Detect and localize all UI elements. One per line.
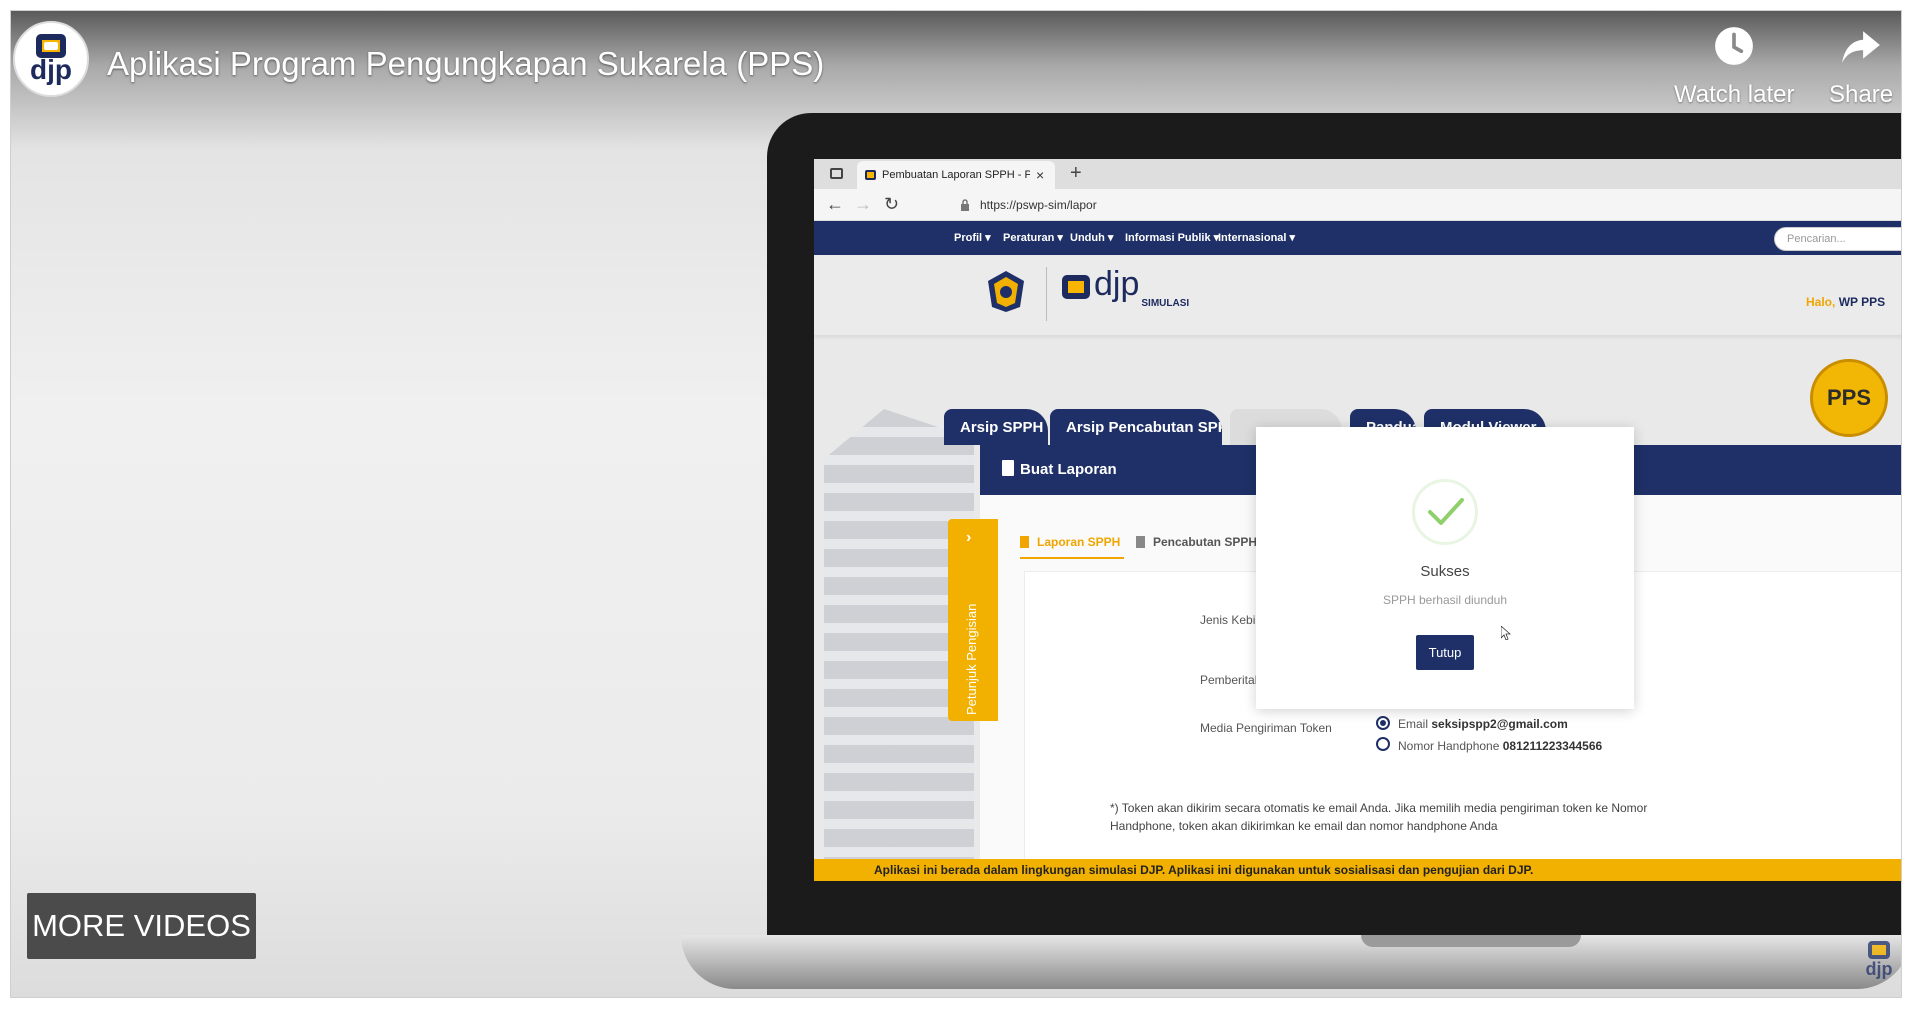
tutup-button[interactable]: Tutup xyxy=(1416,635,1474,670)
pps-badge-logo: PPS xyxy=(1810,359,1888,437)
subtab-laporan-spph[interactable]: Laporan SPPH xyxy=(1020,535,1120,549)
phone-option-label[interactable]: Nomor Handphone 081211223344566 xyxy=(1398,739,1602,753)
laptop-screen: Pembuatan Laporan SPPH - PPS × + ← → ↻ h… xyxy=(814,159,1901,881)
subtab-label: Laporan SPPH xyxy=(1037,535,1121,549)
ministry-emblem-icon xyxy=(988,271,1024,312)
clock-icon xyxy=(1715,27,1754,65)
watch-later-button[interactable]: Watch later xyxy=(1674,25,1794,109)
subtab-pencabutan-spph[interactable]: Pencabutan SPPH xyxy=(1136,535,1257,549)
nav-menu-profil[interactable]: Profil ▾ xyxy=(954,231,991,244)
email-value: seksipspp2@gmail.com xyxy=(1431,717,1568,731)
document-icon xyxy=(1002,460,1014,476)
tab-actions-icon[interactable] xyxy=(830,168,843,179)
email-label: Email xyxy=(1398,717,1429,731)
greeting-hello: Halo, xyxy=(1806,295,1836,309)
back-arrow-icon[interactable]: ← xyxy=(826,194,844,215)
document-icon xyxy=(1136,536,1145,548)
success-check-icon xyxy=(1412,479,1478,545)
phone-radio[interactable] xyxy=(1376,737,1390,751)
document-icon xyxy=(1020,536,1029,548)
phone-value: 081211223344566 xyxy=(1502,739,1603,753)
forward-arrow-icon[interactable]: → xyxy=(854,194,872,215)
tab-arsip-spph[interactable]: Arsip SPPH xyxy=(944,409,1048,445)
share-arrow-icon xyxy=(1842,31,1880,63)
nav-menu-internasional[interactable]: Internasional ▾ xyxy=(1218,231,1295,244)
modal-title: Sukses xyxy=(1420,563,1470,580)
site-logo-suffix: SIMULASI xyxy=(1141,298,1190,309)
video-embed-frame: djp Aplikasi Program Pengungkapan Sukare… xyxy=(0,0,1911,1009)
djp-logo-mark-icon xyxy=(36,34,66,58)
reload-icon[interactable]: ↻ xyxy=(884,194,899,215)
browser-tab-active[interactable]: Pembuatan Laporan SPPH - PPS × xyxy=(857,161,1055,189)
mouse-cursor-icon xyxy=(1501,626,1511,640)
simulation-banner: Aplikasi ini berada dalam lingkungan sim… xyxy=(814,859,1901,881)
lock-icon[interactable] xyxy=(960,199,970,211)
site-logo-text: djp xyxy=(1094,265,1140,303)
active-subtab-underline xyxy=(1020,557,1124,559)
phone-label: Nomor Handphone xyxy=(1398,739,1500,753)
site-nav-bar: Profil ▾ Peraturan ▾ Unduh ▾ Informasi P… xyxy=(814,221,1901,255)
laptop-notch xyxy=(1361,935,1581,947)
channel-logo-text: djp xyxy=(30,54,72,85)
new-tab-button[interactable]: + xyxy=(1070,162,1082,185)
tab-arsip-pencabutan-spph[interactable]: Arsip Pencabutan SPPH xyxy=(1050,409,1222,445)
djp-favicon-icon xyxy=(865,170,876,180)
tab-close-icon[interactable]: × xyxy=(1036,167,1044,183)
site-header: djp SIMULASI Halo, WP PPS xyxy=(814,255,1901,335)
subtab-label: Pencabutan SPPH xyxy=(1153,535,1258,549)
watermark-text: djp xyxy=(1865,959,1893,979)
djp-logo-mark-icon xyxy=(1868,941,1890,959)
share-label: Share xyxy=(1829,81,1894,108)
petunjuk-pengisian-panel[interactable]: › Petunjuk Pengisian xyxy=(948,519,998,721)
djp-site-logo[interactable]: djp SIMULASI xyxy=(1062,265,1189,309)
browser-address-bar: ← → ↻ https://pswp-sim/lapor xyxy=(814,189,1901,221)
browser-tabstrip: Pembuatan Laporan SPPH - PPS × + xyxy=(814,159,1901,189)
url-field[interactable]: https://pswp-sim/lapor xyxy=(980,198,1097,212)
token-note: *) Token akan dikirim secara otomatis ke… xyxy=(1110,801,1648,833)
chevron-right-icon[interactable]: › xyxy=(966,529,971,547)
laptop-base xyxy=(681,935,1901,989)
more-videos-button[interactable]: MORE VIDEOS xyxy=(27,893,256,959)
nav-menu-peraturan[interactable]: Peraturan ▾ xyxy=(1003,231,1063,244)
browser-tab-title: Pembuatan Laporan SPPH - PPS xyxy=(882,169,1030,181)
user-greeting[interactable]: Halo, WP PPS xyxy=(1806,295,1885,309)
share-button[interactable]: Share xyxy=(1829,25,1893,109)
greeting-user-name: WP PPS xyxy=(1838,295,1886,309)
email-option-label[interactable]: Email seksipspp2@gmail.com xyxy=(1398,717,1568,731)
video-title[interactable]: Aplikasi Program Pengungkapan Sukarela (… xyxy=(107,45,824,83)
watch-later-label: Watch later xyxy=(1674,81,1795,108)
email-radio[interactable] xyxy=(1376,716,1390,730)
video-player[interactable]: djp Aplikasi Program Pengungkapan Sukare… xyxy=(10,10,1902,998)
media-pengiriman-token-label: Media Pengiriman Token xyxy=(1200,721,1332,735)
djp-watermark: djp xyxy=(1859,941,1899,991)
site-search-input[interactable]: Pencarian... xyxy=(1774,227,1901,251)
channel-logo[interactable]: djp xyxy=(13,21,89,97)
side-panel-label: Petunjuk Pengisian xyxy=(964,603,979,715)
djp-logo-mark-icon xyxy=(1062,275,1090,299)
success-modal: Sukses SPPH berhasil diunduh Tutup xyxy=(1256,427,1634,709)
jenis-kebijakan-label: Jenis Kebi xyxy=(1200,613,1256,627)
nav-menu-informasi-publik[interactable]: Informasi Publik ▾ xyxy=(1125,231,1219,244)
modal-message: SPPH berhasil diunduh xyxy=(1382,593,1508,607)
header-divider xyxy=(1046,267,1047,321)
card-title: Buat Laporan xyxy=(1020,461,1117,478)
nav-menu-unduh[interactable]: Unduh ▾ xyxy=(1070,231,1113,244)
